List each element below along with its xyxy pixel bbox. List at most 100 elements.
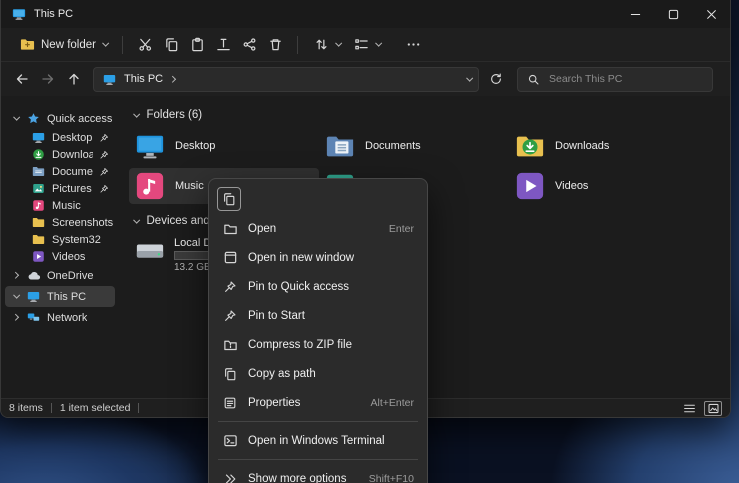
sidebar-item-label: This PC	[47, 291, 86, 303]
menu-item-properties[interactable]: Properties Alt+Enter	[213, 388, 423, 417]
chevron-down-icon	[375, 40, 381, 46]
menu-item-label: Compress to ZIP file	[248, 339, 352, 351]
title-bar: This PC	[1, 0, 730, 28]
chevron-right-icon[interactable]	[12, 272, 18, 278]
menu-item-shortcut: Alt+Enter	[371, 397, 414, 409]
menu-item-shortcut: Enter	[389, 223, 414, 235]
sidebar-item-desktop[interactable]: Desktop	[5, 129, 115, 146]
copy-button[interactable]	[217, 187, 241, 211]
chevron-down-icon[interactable]	[14, 292, 20, 298]
window-title: This PC	[34, 8, 73, 20]
search-box[interactable]	[517, 67, 713, 92]
menu-item-compress-to-zip[interactable]: Compress to ZIP file	[213, 330, 423, 359]
refresh-button[interactable]	[483, 66, 509, 92]
close-button[interactable]	[692, 0, 730, 28]
chevron-right-icon[interactable]	[169, 76, 175, 82]
hard-drive-icon	[135, 236, 165, 266]
sidebar-item-system32[interactable]: System32	[5, 231, 115, 248]
this-pc-icon	[102, 73, 117, 86]
menu-item-label: Open	[248, 223, 276, 235]
sidebar-item-pictures[interactable]: Pictures	[5, 180, 115, 197]
selection-count: 1 item selected	[60, 402, 131, 414]
thumbnails-view-button[interactable]	[704, 401, 722, 416]
menu-item-open-new-window[interactable]: Open in new window	[213, 243, 423, 272]
folder-tile-videos[interactable]: Videos	[509, 168, 699, 204]
delete-button[interactable]	[262, 32, 288, 58]
menu-item-label: Pin to Quick access	[248, 281, 349, 293]
sidebar-item-onedrive[interactable]: OneDrive	[5, 265, 115, 286]
menu-item-show-more-options[interactable]: Show more options Shift+F10	[213, 464, 423, 483]
chevron-down-icon	[102, 40, 108, 46]
desktop-icon	[31, 131, 46, 144]
menu-item-copy-as-path[interactable]: Copy as path	[213, 359, 423, 388]
this-pc-icon	[11, 7, 26, 21]
menu-item-label: Open in new window	[248, 252, 354, 264]
address-bar[interactable]: This PC	[93, 67, 479, 92]
folder-name: Music	[175, 180, 204, 192]
sidebar-item-screenshots[interactable]: Screenshots	[5, 214, 115, 231]
pin-icon	[99, 133, 109, 143]
folder-icon	[31, 216, 46, 229]
view-button[interactable]	[347, 33, 387, 56]
address-dropdown-icon[interactable]	[466, 74, 472, 80]
downloads-folder-icon	[515, 131, 545, 161]
cut-button[interactable]	[132, 32, 158, 58]
new-folder-button[interactable]: New folder	[13, 33, 113, 56]
forward-button[interactable]	[35, 66, 61, 92]
sidebar-item-this-pc[interactable]: This PC	[5, 286, 115, 307]
chevron-right-icon[interactable]	[12, 314, 18, 320]
folders-section-header[interactable]: Folders (6)	[129, 106, 730, 124]
chevron-down-icon[interactable]	[133, 110, 139, 116]
toolbar-separator	[297, 36, 298, 54]
sidebar-item-downloads[interactable]: Downloads	[5, 146, 115, 163]
folders-header-label: Folders (6)	[147, 109, 203, 121]
folder-tile-desktop[interactable]: Desktop	[129, 128, 319, 164]
paste-button[interactable]	[184, 32, 210, 58]
sidebar-item-videos[interactable]: Videos	[5, 248, 115, 265]
new-folder-icon	[20, 37, 35, 52]
pin-icon	[99, 150, 109, 160]
chevron-down-icon[interactable]	[14, 114, 20, 120]
see-more-button[interactable]	[400, 32, 426, 58]
new-window-icon	[222, 250, 238, 265]
command-bar: New folder	[1, 28, 730, 62]
maximize-button[interactable]	[654, 0, 692, 28]
chevron-down-icon	[336, 40, 342, 46]
sidebar-item-quick-access[interactable]: Quick access	[5, 108, 115, 129]
sidebar-item-label: Screenshots	[52, 217, 113, 229]
share-button[interactable]	[236, 32, 262, 58]
this-pc-icon	[26, 290, 41, 303]
sort-button[interactable]	[307, 33, 347, 56]
menu-item-open-in-windows-terminal[interactable]: Open in Windows Terminal	[213, 426, 423, 455]
pin-icon	[99, 184, 109, 194]
pin-icon	[222, 280, 238, 294]
toolbar-separator	[122, 36, 123, 54]
search-input[interactable]	[547, 72, 704, 86]
folder-tile-downloads[interactable]: Downloads	[509, 128, 699, 164]
sidebar-item-network[interactable]: Network	[5, 307, 115, 328]
menu-item-label: Open in Windows Terminal	[248, 435, 385, 447]
status-divider	[138, 403, 139, 413]
menu-item-open[interactable]: Open Enter	[213, 214, 423, 243]
terminal-icon	[222, 433, 238, 448]
rename-button[interactable]	[210, 32, 236, 58]
minimize-button[interactable]	[616, 0, 654, 28]
menu-separator	[218, 421, 418, 422]
copy-button[interactable]	[158, 32, 184, 58]
chevron-down-icon[interactable]	[133, 216, 139, 222]
sidebar-item-label: OneDrive	[47, 270, 93, 282]
menu-item-pin-to-start[interactable]: Pin to Start	[213, 301, 423, 330]
back-button[interactable]	[9, 66, 35, 92]
up-button[interactable]	[61, 66, 87, 92]
menu-item-pin-to-quick-access[interactable]: Pin to Quick access	[213, 272, 423, 301]
sidebar-item-documents[interactable]: Documents	[5, 163, 115, 180]
sidebar-item-label: Downloads	[52, 149, 93, 161]
menu-item-label: Show more options	[248, 473, 346, 483]
downloads-icon	[31, 148, 46, 161]
navigation-bar: This PC	[1, 62, 730, 96]
folder-tile-documents[interactable]: Documents	[319, 128, 509, 164]
breadcrumb[interactable]: This PC	[124, 73, 163, 85]
pictures-icon	[31, 182, 46, 195]
details-view-button[interactable]	[680, 401, 698, 416]
sidebar-item-music[interactable]: Music	[5, 197, 115, 214]
